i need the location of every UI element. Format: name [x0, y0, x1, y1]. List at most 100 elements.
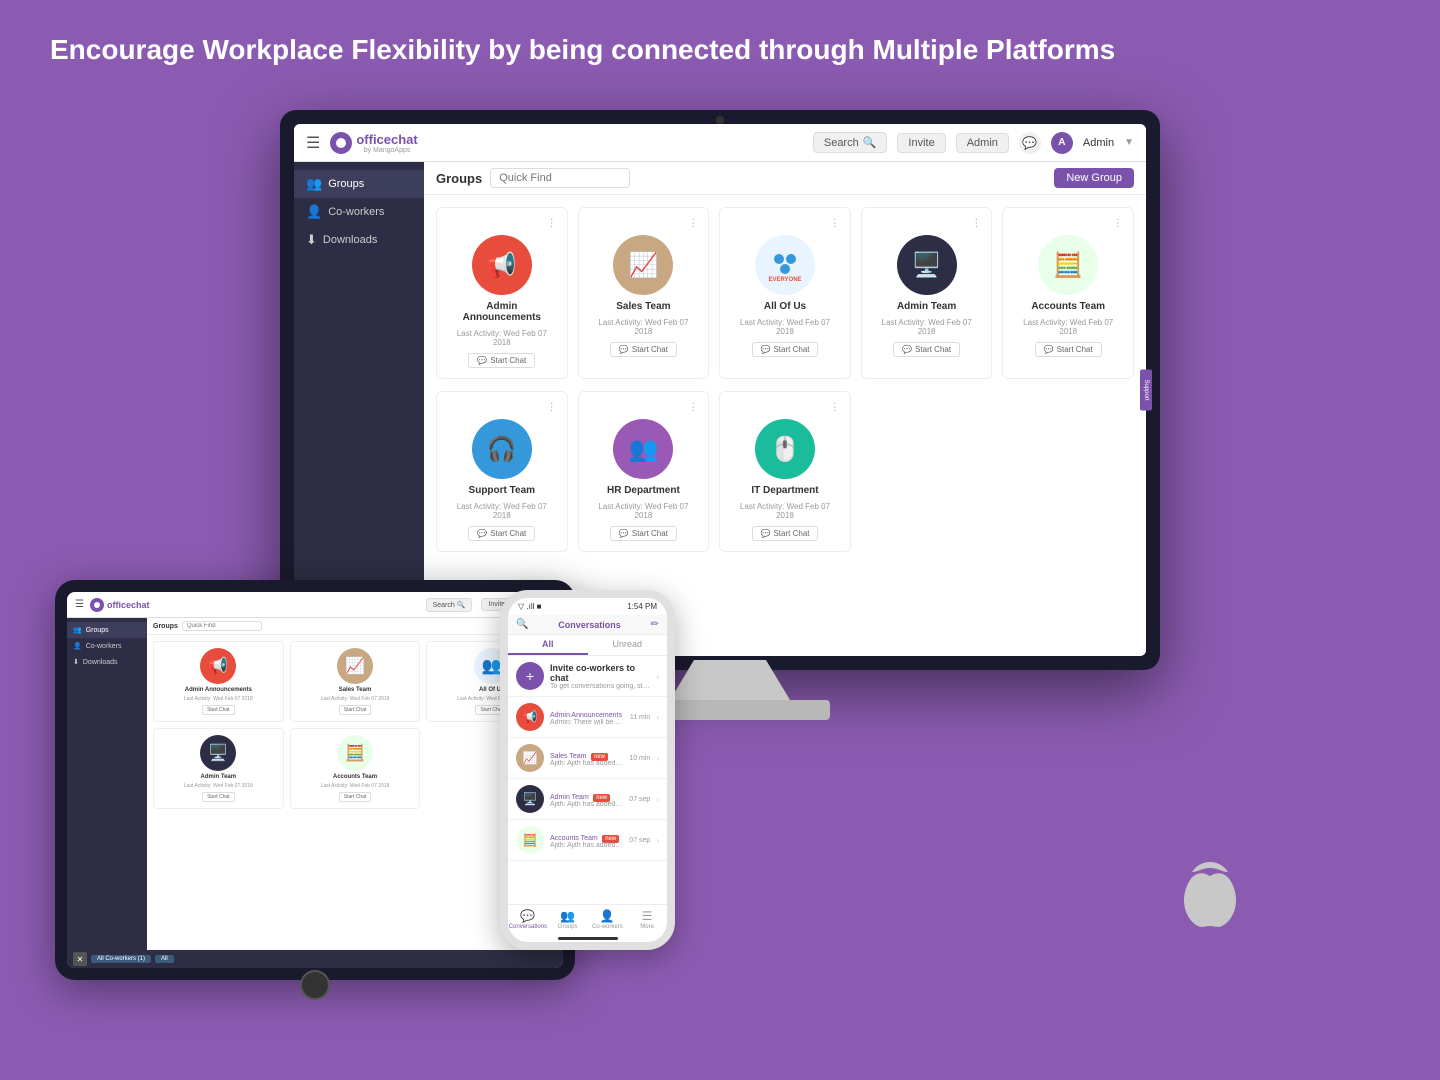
phone-search-icon[interactable]: 🔍 [516, 619, 528, 630]
search-label: Search [824, 137, 859, 149]
group-menu-icon[interactable]: ⋮ [547, 218, 557, 229]
chat-icon[interactable]: 💬 [1019, 132, 1041, 154]
support-sidebar[interactable]: Support [1140, 369, 1146, 410]
phone-tabs: All Unread [508, 635, 667, 656]
tablet-home-button[interactable] [300, 970, 330, 1000]
group-menu-icon-support[interactable]: ⋮ [547, 402, 557, 413]
phone-bottom-nav: 💬 Conversations 👥 Groups 👤 Co-workers ☰ … [508, 904, 667, 934]
downloads-icon: ⬇ [306, 232, 317, 248]
tablet-group-card-accounts: 🧮 Accounts Team Last Activity: Wed Feb 0… [290, 728, 421, 809]
phone-nav-groups[interactable]: 👥 Groups [548, 909, 588, 930]
phone-edit-icon[interactable]: ✏ [651, 619, 659, 630]
tablet-sidebar-coworkers[interactable]: 👤 Co-workers [67, 638, 147, 654]
group-menu-icon-accounts[interactable]: ⋮ [1113, 218, 1123, 229]
phone-accounts-content: Accounts Team new Ajith: Ajith has added… [550, 832, 623, 849]
phone-conv-invite[interactable]: + Invite co-workers to chat To get conve… [508, 656, 667, 697]
monitor-notch [716, 116, 724, 124]
groups-grid-row2: ⋮ 🎧 Support Team Last Activity: Wed Feb … [424, 391, 1146, 564]
tablet-tab-all[interactable]: All [155, 955, 174, 963]
tablet-quick-find-input[interactable] [182, 621, 262, 631]
tablet-search-label: Search [433, 602, 455, 609]
tablet-groups-tab[interactable]: Groups [153, 623, 178, 630]
phone-invite-msg: To get conversations going, start inviti… [550, 683, 650, 690]
new-group-button[interactable]: New Group [1054, 168, 1134, 188]
phone-admin-team-content: Admin Team new Ajith: Ajith has added aj… [550, 791, 623, 808]
start-chat-icon-accounts: 💬 [1044, 345, 1054, 354]
sidebar-item-downloads[interactable]: ⬇ Downloads [294, 226, 424, 254]
tablet-start-chat-admin-ann[interactable]: Start Chat [202, 705, 235, 715]
phone-conv-sales[interactable]: 📈 Sales Team new Ajith: Ajith has added … [508, 738, 667, 779]
phone-conversation-list: + Invite co-workers to chat To get conve… [508, 656, 667, 904]
group-activity-support: Last Activity: Wed Feb 07 2018 [447, 502, 557, 520]
groups-tab-label[interactable]: Groups [436, 171, 482, 186]
tablet-search-icon: 🔍 [457, 602, 466, 609]
admin-name: Admin [1083, 137, 1114, 149]
start-chat-accounts-team[interactable]: 💬 Start Chat [1035, 342, 1102, 357]
start-chat-label-hr: Start Chat [632, 529, 668, 538]
tablet-close-button[interactable]: ✕ [73, 952, 87, 966]
phone-sales-time: 10 min [629, 755, 650, 762]
quick-find-input[interactable] [490, 168, 630, 188]
phone-nav-more[interactable]: ☰ More [627, 909, 667, 930]
group-name-all-of-us: All Of Us [764, 301, 806, 312]
tablet-start-chat-sales[interactable]: Start Chat [339, 705, 372, 715]
tablet-start-chat-accounts[interactable]: Start Chat [339, 792, 372, 802]
sales-team-icon: 📈 [613, 235, 673, 295]
start-chat-support[interactable]: 💬 Start Chat [468, 526, 535, 541]
phone-nav-coworkers[interactable]: 👤 Co-workers [588, 909, 628, 930]
sidebar-downloads-label: Downloads [323, 234, 377, 246]
phone-admin-team-name: Admin Team new [550, 791, 623, 801]
search-button[interactable]: Search 🔍 [813, 132, 888, 153]
group-name-it: IT Department [751, 485, 818, 496]
tablet-logo: officechat [90, 598, 150, 612]
phone-frame: ▽ .ıll ■ 1:54 PM 🔍 Conversations ✏ All U… [500, 590, 675, 950]
hr-department-icon: 👥 [613, 419, 673, 479]
group-menu-icon-it[interactable]: ⋮ [830, 402, 840, 413]
group-menu-icon-admin-team[interactable]: ⋮ [971, 218, 981, 229]
start-chat-all-of-us[interactable]: 💬 Start Chat [752, 342, 819, 357]
phone-sales-content: Sales Team new Ajith: Ajith has added aj… [550, 750, 623, 767]
group-menu-icon-all[interactable]: ⋮ [830, 218, 840, 229]
phone-nav-conversations[interactable]: 💬 Conversations [508, 909, 548, 930]
start-chat-sales-team[interactable]: 💬 Start Chat [610, 342, 677, 357]
tablet-sidebar-downloads[interactable]: ⬇ Downloads [67, 654, 147, 670]
phone-nav-conversations-label: Conversations [509, 924, 547, 930]
group-name-accounts-team: Accounts Team [1031, 301, 1105, 312]
start-chat-hr[interactable]: 💬 Start Chat [610, 526, 677, 541]
logo-icon [330, 132, 352, 154]
group-name-support: Support Team [469, 485, 535, 496]
tablet-start-chat-admin-team[interactable]: Start Chat [202, 792, 235, 802]
start-chat-admin-team[interactable]: 💬 Start Chat [893, 342, 960, 357]
tablet-tab-coworkers[interactable]: All Co-workers (1) [91, 955, 151, 963]
admin-chevron-icon[interactable]: ▼ [1124, 137, 1134, 148]
phone-conv-admin-team[interactable]: 🖥️ Admin Team new Ajith: Ajith has added… [508, 779, 667, 820]
group-card-hr: ⋮ 👥 HR Department Last Activity: Wed Feb… [578, 391, 710, 552]
phone-conv-admin-ann[interactable]: 📢 Admin Announcements Admin: There will … [508, 697, 667, 738]
phone-nav-groups-icon: 👥 [560, 909, 575, 923]
group-name-admin-team: Admin Team [897, 301, 956, 312]
group-activity-admin-announcements: Last Activity: Wed Feb 07 2018 [447, 329, 557, 347]
phone-tab-all[interactable]: All [508, 635, 588, 655]
phone-conv-accounts[interactable]: 🧮 Accounts Team new Ajith: Ajith has add… [508, 820, 667, 861]
tablet-group-activity-admin-team: Last Activity: Wed Feb 07 2018 [184, 783, 253, 789]
phone-tab-unread[interactable]: Unread [588, 635, 668, 655]
tablet-search-button[interactable]: Search 🔍 [426, 598, 473, 612]
start-chat-icon-all: 💬 [761, 345, 771, 354]
tablet-logo-circle [90, 598, 104, 612]
sidebar-item-groups[interactable]: 👥 Groups [294, 170, 424, 198]
start-chat-admin-announcements[interactable]: 💬 Start Chat [468, 353, 535, 368]
groups-grid-row1: ⋮ 📢 Admin Announcements Last Activity: W… [424, 195, 1146, 391]
sidebar-item-coworkers[interactable]: 👤 Co-workers [294, 198, 424, 226]
hamburger-icon[interactable]: ☰ [306, 133, 320, 153]
phone-conversations-header: Conversations [558, 620, 621, 630]
start-chat-it[interactable]: 💬 Start Chat [752, 526, 819, 541]
admin-avatar[interactable]: A [1051, 132, 1073, 154]
tablet-sidebar-groups[interactable]: 👥 Groups [67, 622, 147, 638]
invite-button[interactable]: Invite [897, 133, 945, 153]
group-menu-icon-hr[interactable]: ⋮ [688, 402, 698, 413]
group-menu-icon-sales[interactable]: ⋮ [688, 218, 698, 229]
tablet-hamburger-icon[interactable]: ☰ [75, 599, 84, 610]
admin-button[interactable]: Admin [956, 133, 1009, 153]
start-chat-label-support: Start Chat [490, 529, 526, 538]
phone-invite-icon: + [516, 662, 544, 690]
